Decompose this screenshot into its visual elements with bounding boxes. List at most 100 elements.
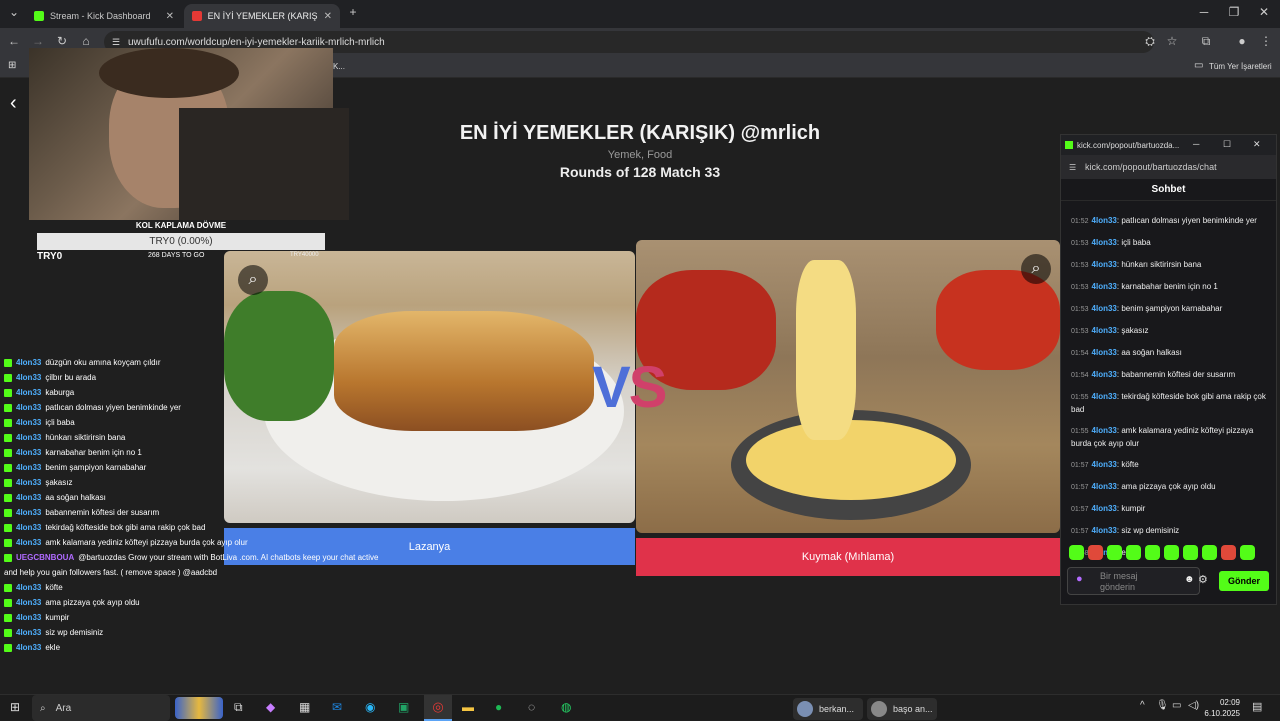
clock[interactable]: 02:09 6.10.2025 xyxy=(1200,697,1240,719)
message-username[interactable]: 4lon33 xyxy=(1092,504,1117,513)
close-window-icon[interactable]: ✕ xyxy=(1256,5,1272,19)
minimize-icon[interactable]: ─ xyxy=(1193,139,1199,149)
settings-gear-icon[interactable]: ⚙ xyxy=(1198,573,1208,586)
emote-icon[interactable] xyxy=(1183,545,1198,560)
back-icon[interactable]: ← xyxy=(6,34,22,48)
message-username[interactable]: 4lon33 xyxy=(1092,482,1117,491)
profile-avatar-icon[interactable]: ● xyxy=(1234,34,1250,48)
goal-bar-text: TRY0 (0.00%) xyxy=(149,236,213,247)
message-username[interactable]: 4lon33 xyxy=(1092,426,1117,435)
back-arrow-icon[interactable]: ‹ xyxy=(10,92,17,115)
network-icon[interactable]: ▭ xyxy=(1172,700,1181,711)
spotify-icon[interactable]: ● xyxy=(495,700,502,714)
zoom-icon[interactable]: ⌕ xyxy=(238,265,268,295)
mic-icon[interactable]: ● xyxy=(1076,574,1083,585)
bookmark-star-icon[interactable]: ☆ xyxy=(1164,34,1180,48)
overlay-chat-row: 4lon33 patlıcan dolması yiyen benimkinde … xyxy=(4,400,334,415)
reload-icon[interactable]: ↻ xyxy=(54,34,70,48)
bookmark-item[interactable]: K... xyxy=(333,62,345,71)
all-bookmarks-folder[interactable]: Tüm Yer İşaretleri xyxy=(1209,62,1272,71)
microphone-icon[interactable]: 🎙 xyxy=(1156,700,1169,711)
search-highlight-image[interactable] xyxy=(175,697,223,719)
message-username[interactable]: 4lon33 xyxy=(1092,526,1117,535)
close-tab-icon[interactable]: ✕ xyxy=(166,11,174,22)
kick-favicon-icon xyxy=(34,11,44,21)
apps-grid-icon[interactable]: ⊞ xyxy=(8,60,16,71)
maximize-icon[interactable]: ☐ xyxy=(1223,139,1231,150)
message-text: aa soğan halkası xyxy=(1121,348,1182,357)
message-text: köfte xyxy=(1121,460,1139,469)
chat-message: 01:54 4lon33: aa soğan halkası xyxy=(1071,348,1182,357)
message-username[interactable]: 4lon33 xyxy=(1092,304,1117,313)
chat-text: kaburga xyxy=(45,388,75,397)
tray-chevron-icon[interactable]: ^ xyxy=(1140,700,1145,711)
emote-icon[interactable] xyxy=(1088,545,1103,560)
edge-icon[interactable]: ◉ xyxy=(365,700,375,714)
message-username[interactable]: 4lon33 xyxy=(1092,216,1117,225)
excel-icon[interactable]: ▣ xyxy=(398,700,409,714)
emote-icon[interactable] xyxy=(1107,545,1122,560)
message-username[interactable]: 4lon33 xyxy=(1092,348,1117,357)
avatar xyxy=(797,701,813,717)
restore-window-icon[interactable]: ❐ xyxy=(1226,5,1242,19)
chat-message-input[interactable]: ● Bir mesaj gönderin ☻ xyxy=(1067,567,1200,595)
outlook-icon[interactable]: ✉ xyxy=(332,700,342,714)
taskbar-app-1[interactable]: berkan... xyxy=(793,698,863,720)
tab-list-icon[interactable]: ⌄ xyxy=(6,5,22,19)
kick-badge-icon xyxy=(4,358,12,367)
emote-icon[interactable] xyxy=(1126,545,1141,560)
message-username[interactable]: 4lon33 xyxy=(1092,238,1117,247)
copilot-icon[interactable]: ◆ xyxy=(266,700,275,714)
emote-icon[interactable] xyxy=(1069,545,1084,560)
send-button[interactable]: Gönder xyxy=(1219,571,1269,591)
kick-badge-icon xyxy=(4,373,12,382)
url-text: uwufufu.com/worldcup/en-iyi-yemekler-kar… xyxy=(128,36,385,48)
message-username[interactable]: 4lon33 xyxy=(1092,282,1117,291)
emote-icon[interactable] xyxy=(1202,545,1217,560)
tab-kick-dashboard[interactable]: Stream - Kick Dashboard ✕ xyxy=(26,4,182,28)
emote-icon[interactable] xyxy=(1164,545,1179,560)
overlay-chat-row: 4lon33 karnabahar benim için no 1 xyxy=(4,445,334,460)
chat-message: 01:55 4lon33: tekirdağ köfteside bok gibi… xyxy=(1071,392,1266,414)
volume-icon[interactable]: ◁) xyxy=(1188,700,1199,711)
emote-icon[interactable] xyxy=(1240,545,1255,560)
obs-icon[interactable]: ◌ xyxy=(528,700,535,714)
notification-icon[interactable]: ▤ xyxy=(1252,700,1262,713)
extensions-icon[interactable]: ⧉ xyxy=(1198,34,1214,49)
message-username[interactable]: 4lon33 xyxy=(1092,392,1117,401)
message-username[interactable]: 4lon33 xyxy=(1092,370,1117,379)
close-tab-icon[interactable]: ✕ xyxy=(324,11,332,22)
right-food-image[interactable]: ⌕ xyxy=(636,240,1060,533)
goal-title: KOL KAPLAMA DÖVME xyxy=(135,221,227,230)
emote-icon[interactable] xyxy=(1145,545,1160,560)
taskbar-search[interactable]: ⌕ Ara xyxy=(32,695,170,721)
message-username[interactable]: 4lon33 xyxy=(1092,260,1117,269)
message-username[interactable]: 4lon33 xyxy=(1092,460,1117,469)
chat-username: 4lon33 xyxy=(16,358,42,367)
home-icon[interactable]: ⌂ xyxy=(78,34,94,48)
right-option-button[interactable]: Kuymak (Mıhlama) xyxy=(636,538,1060,576)
chat-input-placeholder: Bir mesaj gönderin xyxy=(1100,571,1138,592)
emoji-icon[interactable]: ☻ xyxy=(1184,574,1195,585)
file-explorer-icon[interactable]: ▬ xyxy=(462,700,474,714)
search-icon: ⌕ xyxy=(40,702,46,714)
taskbar-app-2[interactable]: başo an... xyxy=(867,698,937,720)
windows-start-icon[interactable]: ⊞ xyxy=(10,700,20,714)
new-tab-icon[interactable]: + xyxy=(345,5,361,19)
emote-icon[interactable] xyxy=(1221,545,1236,560)
translate-icon[interactable]: ⛭ xyxy=(1142,34,1158,49)
site-info-icon[interactable]: ☰ xyxy=(112,37,120,48)
message-username[interactable]: 4lon33 xyxy=(1092,326,1117,335)
close-icon[interactable]: ✕ xyxy=(1253,139,1261,150)
menu-dots-icon[interactable]: ⋮ xyxy=(1258,34,1274,48)
task-view-icon[interactable]: ⧉ xyxy=(234,700,243,715)
whatsapp-icon[interactable]: ◍ xyxy=(561,700,571,714)
zoom-icon[interactable]: ⌕ xyxy=(1021,254,1051,284)
chrome-taskbar-icon[interactable]: ◎ xyxy=(424,695,452,721)
store-icon[interactable]: ▦ xyxy=(299,700,310,714)
message-time: 01:57 xyxy=(1071,528,1089,535)
chat-url-bar[interactable]: ☰ kick.com/popout/bartuozdas/chat xyxy=(1061,155,1276,179)
tab-uwufufu[interactable]: EN İYİ YEMEKLER (KARIŞIK) @m ✕ xyxy=(184,4,340,28)
minimize-window-icon[interactable]: ─ xyxy=(1196,5,1212,19)
forward-icon[interactable]: → xyxy=(30,34,46,48)
